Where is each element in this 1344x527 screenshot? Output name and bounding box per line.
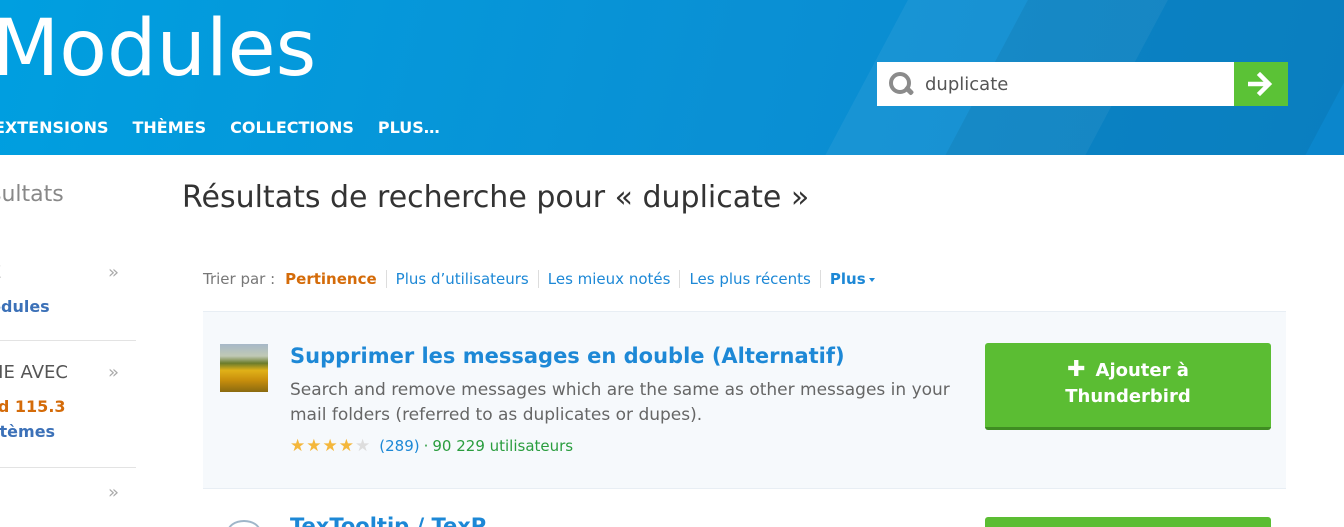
addon-meta: ★★★★★ (289) · 90 229 utilisateurs xyxy=(290,436,573,456)
sidebar-divider xyxy=(0,467,136,468)
add-to-thunderbird-button[interactable] xyxy=(985,517,1271,527)
sort-label: Trier par : xyxy=(203,270,276,288)
rating-count-link[interactable]: (289) xyxy=(379,437,419,455)
star-icon: ★ xyxy=(290,436,307,456)
result-item: Supprimer les messages en double (Altern… xyxy=(203,311,1286,489)
sidebar-app-version[interactable]: rd 115.3 xyxy=(0,397,136,416)
nav-themes[interactable]: THÈMES xyxy=(133,118,207,137)
sidebar-link-modules[interactable]: odules xyxy=(0,297,136,316)
site-logo[interactable]: Modules xyxy=(0,10,316,88)
addon-name-link[interactable]: Supprimer les messages en double (Altern… xyxy=(290,344,845,368)
star-icon: ★ xyxy=(306,436,323,456)
sidebar-results-heading: sultats xyxy=(0,182,64,207)
addon-description: Search and remove messages which are the… xyxy=(290,380,950,425)
caret-down-icon xyxy=(868,277,875,282)
search-submit-button[interactable] xyxy=(1234,62,1288,106)
addon-icon[interactable] xyxy=(227,520,261,527)
chevron-right-icon[interactable]: » xyxy=(108,262,119,283)
nav-more[interactable]: PLUS… xyxy=(378,118,440,137)
sort-more-dropdown[interactable]: Plus xyxy=(819,270,884,288)
result-item: TexTooltip / TexP... xyxy=(203,500,1286,527)
sort-newest[interactable]: Les plus récents xyxy=(679,270,819,288)
sort-most-users[interactable]: Plus d’utilisateurs xyxy=(385,270,538,288)
meta-separator: · xyxy=(423,437,429,455)
addon-icon[interactable] xyxy=(220,344,268,392)
sort-more-label: Plus xyxy=(829,270,866,288)
search-input[interactable] xyxy=(923,72,1217,96)
add-to-thunderbird-button[interactable]: ✚ Ajouter à Thunderbird xyxy=(985,343,1271,430)
chevron-right-icon[interactable]: » xyxy=(108,362,119,383)
addon-name-link[interactable]: TexTooltip / TexP... xyxy=(290,514,506,527)
page-title: Résultats de recherche pour « duplicate … xyxy=(182,180,810,215)
star-icon: ★ xyxy=(338,436,355,456)
star-icon: ★ xyxy=(322,436,339,456)
sidebar-divider xyxy=(0,340,136,341)
button-label-line2: Thunderbird xyxy=(1065,386,1191,407)
button-label-line1: Ajouter à xyxy=(1095,360,1189,381)
search-box xyxy=(877,62,1234,106)
sort-bar: Trier par : Pertinence Plus d’utilisateu… xyxy=(203,270,884,288)
site-header: Modules EXTENSIONS THÈMES COLLECTIONS PL… xyxy=(0,0,1344,155)
sidebar-section-compat: NE AVEC » rd 115.3 stèmes xyxy=(0,362,136,441)
nav-collections[interactable]: COLLECTIONS xyxy=(230,118,354,137)
user-count: 90 229 utilisateurs xyxy=(432,437,574,455)
plus-icon: ✚ xyxy=(1067,357,1086,382)
main-nav: EXTENSIONS THÈMES COLLECTIONS PLUS… xyxy=(0,118,440,137)
search-icon xyxy=(887,70,915,98)
nav-extensions[interactable]: EXTENSIONS xyxy=(0,118,109,137)
sidebar-section-category: E » odules xyxy=(0,262,136,316)
sort-top-rated[interactable]: Les mieux notés xyxy=(537,270,680,288)
sort-relevance[interactable]: Pertinence xyxy=(285,270,385,288)
star-rating: ★★★★★ xyxy=(290,436,371,456)
sidebar-link-systems[interactable]: stèmes xyxy=(0,422,136,441)
chevron-right-icon[interactable]: » xyxy=(108,482,119,503)
star-empty-icon: ★ xyxy=(355,436,372,456)
arrow-right-icon xyxy=(1248,71,1273,97)
